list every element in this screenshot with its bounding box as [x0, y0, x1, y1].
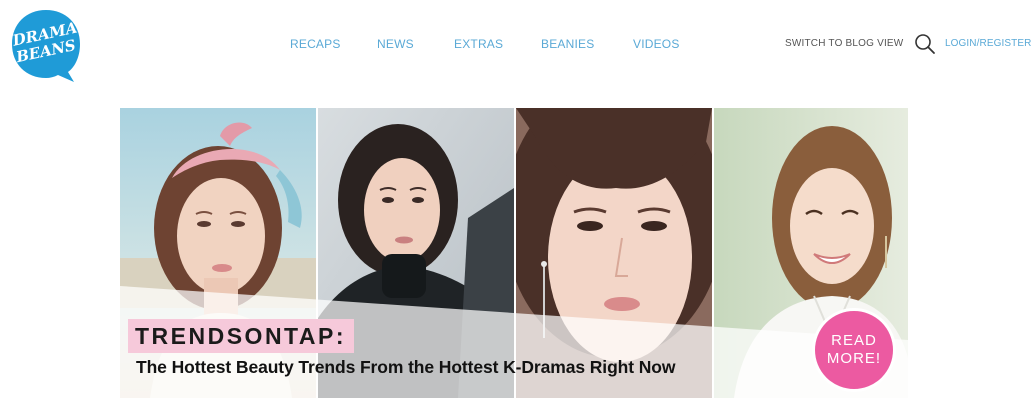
dramabeans-logo[interactable]: DRAMA BEANS: [8, 6, 84, 84]
login-register-link[interactable]: LOGIN/REGISTER: [945, 38, 1031, 49]
nav-news[interactable]: NEWS: [377, 37, 414, 51]
trendsontap-tag: TRENDSONTAP:: [128, 319, 355, 353]
hero-headline[interactable]: The Hottest Beauty Trends From the Hotte…: [136, 357, 675, 378]
read-more-label-line2: MORE!: [826, 350, 882, 367]
switch-to-blog-view-link[interactable]: SWITCH TO BLOG VIEW: [785, 38, 903, 49]
nav-videos[interactable]: VIDEOS: [633, 37, 680, 51]
nav-beanies[interactable]: BEANIES: [541, 37, 594, 51]
featured-banner[interactable]: [120, 108, 908, 398]
actress-closeup-portrait-image: [516, 108, 712, 398]
page: DRAMA BEANS RECAPS NEWS EXTRAS BEANIES V…: [0, 0, 1031, 399]
actress-in-black-turtleneck-image: [318, 108, 514, 398]
nav-extras[interactable]: EXTRAS: [454, 37, 503, 51]
actress-with-pink-headscarf-image: [120, 108, 316, 398]
panel-divider: [316, 108, 318, 398]
read-more-label-line1: READ: [831, 332, 877, 349]
panel-divider: [712, 108, 714, 398]
search-icon[interactable]: [914, 33, 936, 55]
read-more-button[interactable]: READ MORE!: [812, 308, 896, 392]
nav-recaps[interactable]: RECAPS: [290, 37, 341, 51]
panel-divider: [514, 108, 516, 398]
